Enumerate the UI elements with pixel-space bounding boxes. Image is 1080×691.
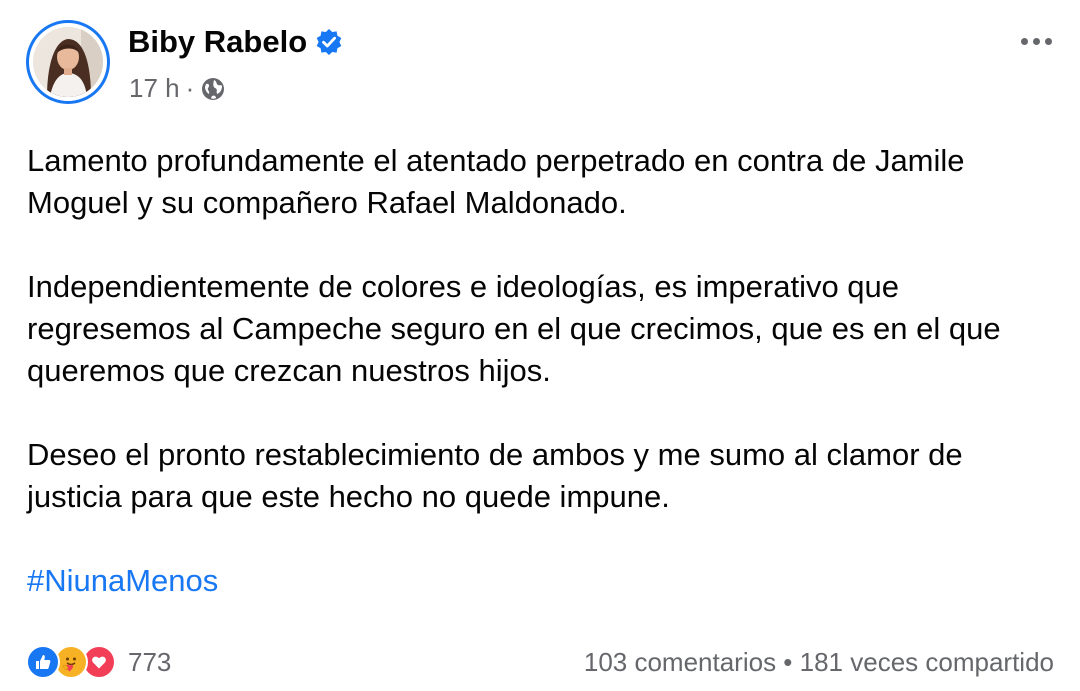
dot-icon xyxy=(1020,37,1028,45)
meta-separator: · xyxy=(185,73,195,103)
author-name-row: Biby Rabelo xyxy=(128,24,343,60)
post-paragraph: Lamento profundamente el atentado perpet… xyxy=(27,143,965,220)
globe-icon xyxy=(200,76,226,102)
comments-shares-count[interactable]: 103 comentarios • 181 veces compartido xyxy=(584,647,1054,678)
hashtag-link[interactable]: #NiunaMenos xyxy=(27,563,218,598)
post-time[interactable]: 17 h xyxy=(129,73,180,104)
post-header: Biby Rabelo 17 h · xyxy=(24,18,1056,113)
reaction-count: 773 xyxy=(128,646,172,677)
post-paragraph: Deseo el pronto restablecimiento de ambo… xyxy=(27,437,963,514)
post-body: Lamento profundamente el atentado perpet… xyxy=(27,140,1057,644)
avatar[interactable] xyxy=(26,20,110,104)
like-icon xyxy=(26,645,60,679)
reactions-summary[interactable]: 773 xyxy=(26,645,171,679)
post-meta: 17 h · xyxy=(129,73,226,104)
dot-icon xyxy=(1032,37,1040,45)
verified-badge-icon xyxy=(315,28,343,56)
post-paragraph: Independientemente de colores e ideologí… xyxy=(27,269,1001,388)
author-name[interactable]: Biby Rabelo xyxy=(128,24,307,60)
post-footer: 773 103 comentarios • 181 veces comparti… xyxy=(26,640,1054,684)
profile-photo xyxy=(33,27,103,97)
more-options-button[interactable] xyxy=(1016,26,1056,56)
dot-icon xyxy=(1044,37,1052,45)
